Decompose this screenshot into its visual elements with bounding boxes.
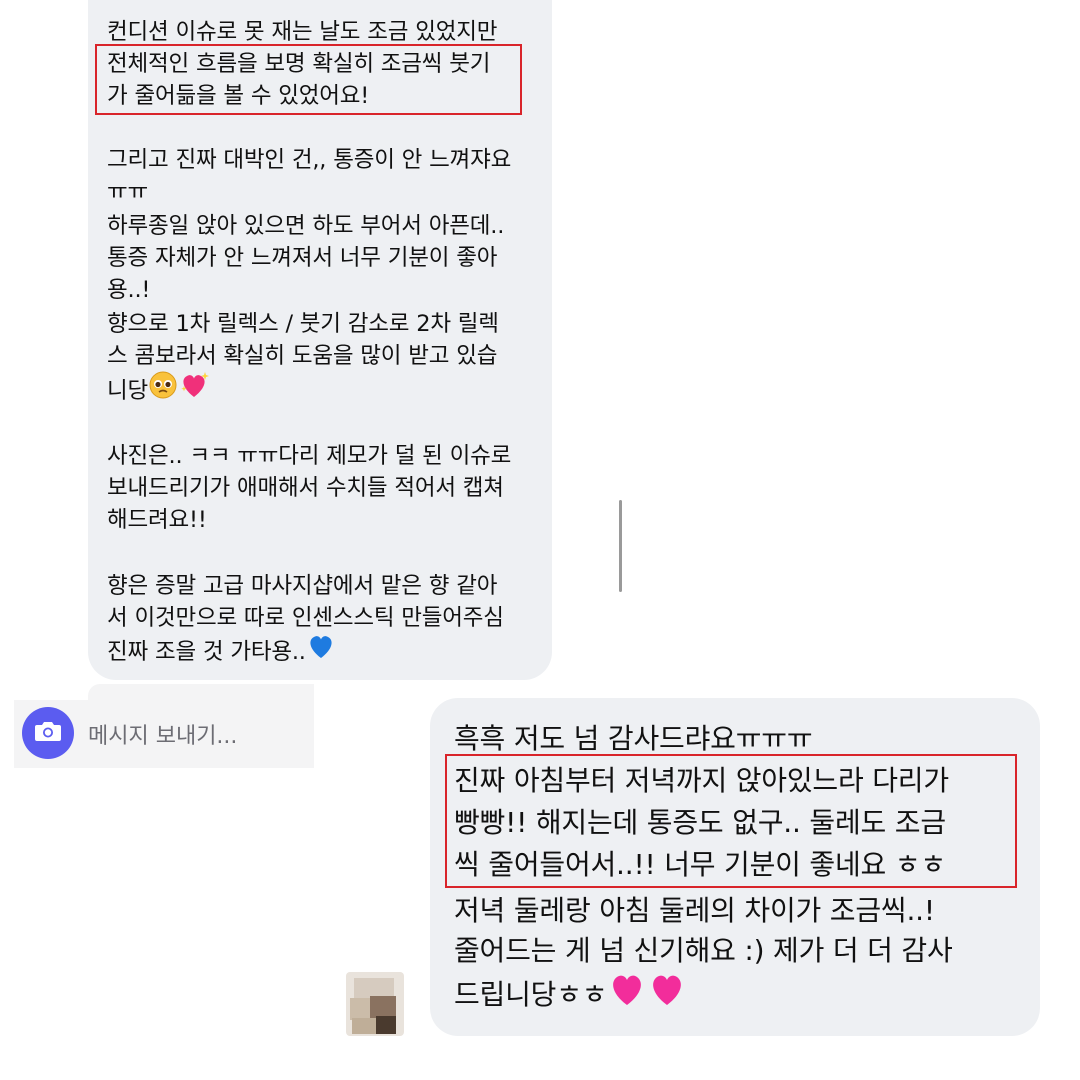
message-line: 흑흑 저도 넘 감사드랴요ㅠㅠㅠ — [454, 722, 813, 755]
pleading-face-icon — [148, 370, 178, 409]
highlight-box — [445, 754, 1017, 888]
message-line: 그리고 진짜 대박인 건,, 통증이 안 느껴쟈요 — [107, 147, 512, 173]
message-line: 저녁 둘레랑 아침 둘레의 차이가 조금씩..! — [454, 894, 935, 927]
message-text: 진짜 조을 것 가타용.. — [107, 639, 306, 665]
message-text: 드립니당ㅎㅎ — [454, 978, 608, 1011]
message-line: 향으로 1차 릴렉스 / 붓기 감소로 2차 릴렉 — [107, 311, 499, 337]
avatar[interactable] — [346, 972, 404, 1036]
message-line: 스 콤보라서 확실히 도움을 많이 받고 있습 — [107, 343, 498, 369]
message-line: 용..! — [107, 277, 151, 303]
message-line: ㅠㅠ — [107, 179, 149, 205]
scrollbar[interactable] — [619, 500, 622, 592]
message-line: 보내드리기가 애매해서 수치들 적어서 캡쳐 — [107, 475, 504, 501]
message-line: 통증 자체가 안 느껴져서 너무 기분이 좋아 — [107, 245, 498, 271]
blue-heart-icon — [306, 632, 336, 669]
message-line-with-emoji: 니당 — [107, 370, 210, 411]
camera-button[interactable] — [22, 707, 74, 759]
message-line: 하루종일 앉아 있으면 하도 부어서 아픈데.. — [107, 213, 505, 239]
pink-heart-icon — [607, 970, 647, 1018]
message-line: 향은 증말 고급 마사지샵에서 맡은 향 같아 — [107, 573, 498, 599]
message-line-with-emoji: 드립니당ㅎㅎ — [454, 972, 687, 1020]
message-line: 해드려요!! — [107, 507, 207, 533]
highlight-box — [95, 44, 522, 115]
pink-heart-icon — [647, 970, 687, 1018]
message-line: 줄어드는 게 넘 신기해요 :) 제가 더 더 감사 — [454, 934, 953, 967]
message-line-with-emoji: 진짜 조을 것 가타용.. — [107, 634, 336, 671]
message-input[interactable]: 메시지 보내기... — [88, 718, 237, 750]
message-text: 니당 — [107, 378, 149, 404]
message-line: 사진은.. ㅋㅋ ㅠㅠ다리 제모가 덜 된 이슈로 — [107, 443, 512, 469]
camera-icon — [34, 719, 62, 747]
sparkling-heart-icon — [178, 370, 210, 409]
message-line: 서 이것만으로 따로 인센스스틱 만들어주심 — [107, 605, 504, 631]
